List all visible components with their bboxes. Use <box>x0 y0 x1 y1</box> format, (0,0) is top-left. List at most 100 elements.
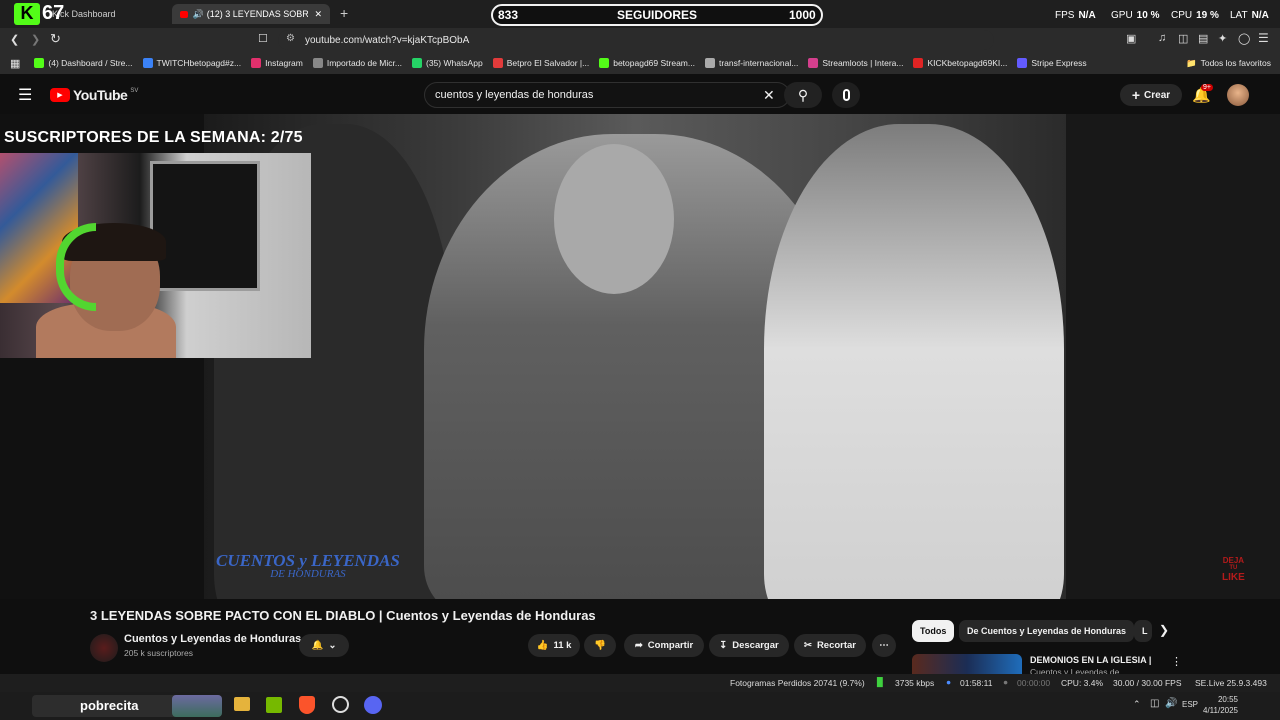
recommended-title[interactable]: DEMONIOS EN LA IGLESIA | <box>1030 655 1151 665</box>
video-title: 3 LEYENDAS SOBRE PACTO CON EL DIABLO | C… <box>90 608 596 623</box>
video-figure-right <box>764 124 1064 599</box>
clock[interactable]: 20:55 4/11/2025 <box>1203 695 1238 717</box>
video-face-center <box>554 144 674 294</box>
language-indicator[interactable]: ESP <box>1182 700 1198 709</box>
tray-chevron-icon[interactable]: ⌃ <box>1133 699 1141 710</box>
chip-partial[interactable]: L <box>1134 620 1152 642</box>
bookmark-item[interactable]: Importado de Micr... <box>312 58 402 68</box>
bookmark-item[interactable]: (35) WhatsApp <box>411 58 483 68</box>
bookmark-item[interactable]: betopagd69 Stream... <box>599 58 695 68</box>
channel-subscribers: 205 k suscriptores <box>124 648 193 658</box>
chip-from-channel[interactable]: De Cuentos y Leyendas de Honduras <box>959 620 1135 642</box>
bookmark-favicon-icon <box>492 58 503 68</box>
bookmark-item[interactable]: transf-internacional... <box>704 58 798 68</box>
discord-icon[interactable] <box>364 696 382 714</box>
recommended-thumbnail[interactable] <box>912 654 1022 674</box>
thumbs-down-icon: 👎 <box>594 640 606 651</box>
bookmark-item[interactable]: (4) Dashboard / Stre... <box>34 58 133 68</box>
bookmark-item[interactable]: Instagram <box>251 58 303 68</box>
bookmark-favicon-icon <box>312 58 323 68</box>
screenshot-icon[interactable]: ▣ <box>1126 32 1136 45</box>
nvidia-icon[interactable] <box>266 697 282 713</box>
reload-icon[interactable]: ↻ <box>50 31 61 47</box>
kick-follower-widget: K 67 <box>14 2 64 25</box>
channel-name[interactable]: Cuentos y Leyendas de Honduras <box>124 633 301 645</box>
fps-label: FPS <box>1055 10 1075 21</box>
wallet-icon[interactable]: ▤ <box>1198 32 1208 45</box>
share-label: Compartir <box>647 640 694 651</box>
brave-browser-icon[interactable] <box>299 696 315 714</box>
bookmark-label: Importado de Micr... <box>326 58 402 68</box>
clear-search-icon[interactable]: ✕ <box>763 87 775 104</box>
download-button[interactable]: ↧ Descargar <box>709 634 789 657</box>
bookmark-favicon-icon <box>704 58 715 68</box>
hamburger-menu-icon[interactable]: ☰ <box>18 85 32 105</box>
bookmark-page-icon[interactable]: ☐ <box>258 32 268 45</box>
chip-all[interactable]: Todos <box>912 620 955 642</box>
share-button[interactable]: ➦ Compartir <box>624 634 704 657</box>
bookmark-favicon-icon <box>808 58 819 68</box>
bookmark-label: Streamloots | Intera... <box>822 58 904 68</box>
all-bookmarks-folder[interactable]: 📁 Todos los favoritos <box>1186 58 1271 69</box>
fps-value: N/A <box>1078 10 1096 21</box>
search-button[interactable]: ⚲ <box>784 82 822 108</box>
bookmark-item[interactable]: KICKbetopagd69KI... <box>913 58 1007 68</box>
like-button[interactable]: 👍 11 k <box>528 634 580 657</box>
like-reminder-badge: DEJA TU LIKE <box>1222 556 1245 584</box>
youtube-logo[interactable]: ▶ YouTube SV <box>50 87 138 103</box>
bookmark-item[interactable]: TWITCHbetopagd#z... <box>142 58 242 68</box>
site-info-icon[interactable]: ⚙ <box>286 33 295 44</box>
bookmark-favicon-icon <box>251 58 262 68</box>
player-side-area <box>1066 114 1280 599</box>
bookmark-label: TWITCHbetopagd#z... <box>156 58 242 68</box>
stream-stats-bar: Fotogramas Perdidos 20741 (9.7%) ▉ 3735 … <box>0 674 1280 692</box>
extensions-icon[interactable]: ✦ <box>1218 32 1227 45</box>
obs-icon[interactable] <box>332 696 349 713</box>
network-icon[interactable]: ◫ <box>1150 698 1159 709</box>
live-icon: ● <box>946 677 952 687</box>
new-tab-button[interactable]: + <box>340 5 348 21</box>
apps-grid-icon[interactable]: ▦ <box>10 57 20 70</box>
bookmark-item[interactable]: Streamloots | Intera... <box>808 58 903 68</box>
media-icon[interactable]: ♫ <box>1158 32 1166 44</box>
badge-line1: DEJA <box>1222 556 1245 565</box>
vpn-shield-icon[interactable]: ◯ <box>1238 32 1250 45</box>
taskbar-search[interactable]: pobrecita <box>32 695 222 717</box>
follower-goal-bar: 833 SEGUIDORES 1000 <box>491 4 823 26</box>
close-tab-icon[interactable]: ✕ <box>314 9 322 20</box>
share-icon: ➦ <box>634 640 643 651</box>
menu-icon[interactable]: ☰ <box>1258 31 1269 45</box>
channel-avatar[interactable] <box>90 634 118 662</box>
bookmark-label: betopagd69 Stream... <box>613 58 695 68</box>
subscribe-bell-button[interactable]: 🔔 ⌄ <box>299 634 349 657</box>
stats-cpu: CPU: 3.4% <box>1061 678 1104 688</box>
volume-icon[interactable]: 🔊 <box>1165 698 1177 709</box>
chevron-right-icon[interactable]: ❯ <box>1159 623 1169 637</box>
recommended-more-icon[interactable]: ⋮ <box>1171 655 1182 668</box>
avatar[interactable] <box>1227 84 1249 106</box>
tab-label: (12) 3 LEYENDAS SOBRE PACTO <box>206 9 309 19</box>
tab-youtube-video[interactable]: 🔊 (12) 3 LEYENDAS SOBRE PACTO ✕ <box>172 4 330 24</box>
clip-button[interactable]: ✂ Recortar <box>794 634 866 657</box>
more-actions-button[interactable]: ⋯ <box>872 634 896 657</box>
streamer-webcam <box>0 153 311 358</box>
back-icon[interactable]: ❮ <box>10 33 19 46</box>
dislike-button[interactable]: 👎 <box>584 634 616 657</box>
bookmark-favicon-icon <box>1017 58 1028 68</box>
file-explorer-icon[interactable] <box>234 697 250 711</box>
bookmark-item[interactable]: Betpro El Salvador |... <box>492 58 589 68</box>
search-input[interactable]: cuentos y leyendas de honduras ✕ <box>424 82 790 108</box>
window-frame <box>150 161 260 291</box>
voice-search-button[interactable] <box>832 82 860 108</box>
create-button[interactable]: + Crear <box>1120 84 1182 106</box>
bookmark-item[interactable]: Stripe Express <box>1017 58 1087 68</box>
notifications-button[interactable]: 🔔 9+ <box>1192 84 1213 105</box>
all-bookmarks-label: Todos los favoritos <box>1200 58 1271 68</box>
address-bar[interactable]: ⚙ youtube.com/watch?v=kjaKTcpBObA <box>278 30 994 50</box>
bookmark-label: (35) WhatsApp <box>425 58 483 68</box>
video-player[interactable]: CUENTOS y LEYENDAS DE HONDURAS <box>204 114 1066 599</box>
sidebar-icon[interactable]: ◫ <box>1178 32 1188 45</box>
folder-icon: 📁 <box>1186 57 1197 68</box>
forward-icon[interactable]: ❯ <box>31 33 40 46</box>
gpu-stat: GPU 10 % <box>1111 10 1159 21</box>
